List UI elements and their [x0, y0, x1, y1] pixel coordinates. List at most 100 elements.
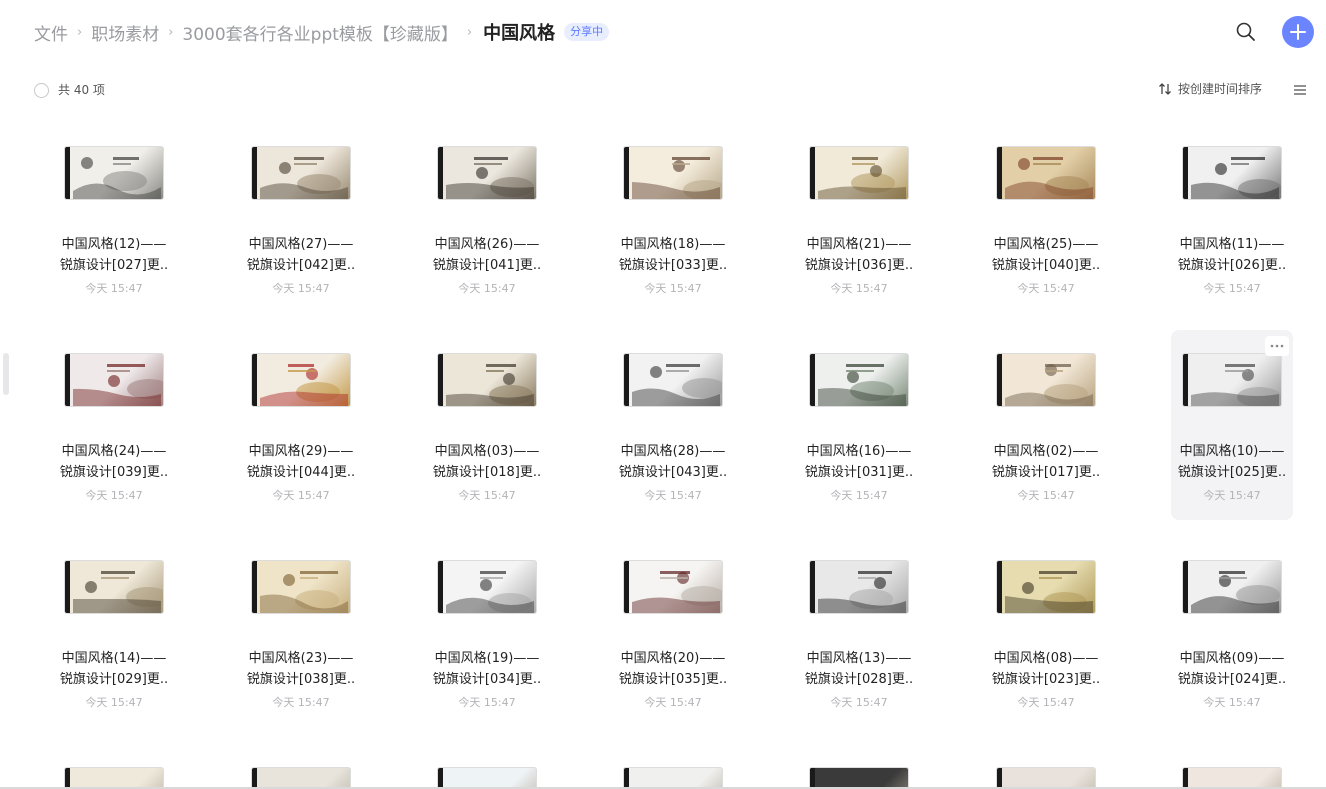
file-card[interactable]: [985, 744, 1107, 787]
file-card[interactable]: 中国风格(27)—— 锐旗设计[042]更.. 今天 15:47: [240, 123, 362, 313]
file-name-cont: 锐旗设计[036]更..: [804, 258, 914, 273]
file-name: 中国风格(19)——: [434, 651, 540, 666]
file-name: 中国风格(25)——: [993, 237, 1099, 252]
file-modified-time: 今天 15:47: [1017, 282, 1075, 295]
file-modified-time: 今天 15:47: [1203, 489, 1261, 502]
file-card[interactable]: 中国风格(23)—— 锐旗设计[038]更.. 今天 15:47: [240, 537, 362, 727]
file-name: 中国风格(29)——: [248, 444, 354, 459]
file-card[interactable]: 中国风格(21)—— 锐旗设计[036]更.. 今天 15:47: [798, 123, 920, 313]
file-browser: 文件 › 职场素材 › 3000套各行各业ppt模板【珍藏版】 › 中国风格 分…: [0, 0, 1326, 789]
file-modified-time: 今天 15:47: [830, 489, 888, 502]
file-modified-time: 今天 15:47: [458, 489, 516, 502]
file-name-cont: 锐旗设计[017]更..: [991, 465, 1101, 480]
file-name: 中国风格(09)——: [1179, 651, 1285, 666]
file-card[interactable]: 中国风格(26)—— 锐旗设计[041]更.. 今天 15:47: [426, 123, 548, 313]
file-thumbnail: [251, 353, 351, 407]
file-name-cont: 锐旗设计[024]更..: [1177, 672, 1287, 687]
file-thumbnail: [437, 353, 537, 407]
file-thumbnail: [623, 560, 723, 614]
file-modified-time: 今天 15:47: [85, 489, 143, 502]
file-card[interactable]: 中国风格(19)—— 锐旗设计[034]更.. 今天 15:47: [426, 537, 548, 727]
more-options-button[interactable]: [1265, 336, 1289, 356]
file-name: 中国风格(14)——: [61, 651, 167, 666]
file-thumbnail: [623, 353, 723, 407]
file-thumbnail: [996, 146, 1096, 200]
file-modified-time: 今天 15:47: [458, 282, 516, 295]
file-card[interactable]: 中国风格(25)—— 锐旗设计[040]更.. 今天 15:47: [985, 123, 1107, 313]
file-modified-time: 今天 15:47: [1017, 489, 1075, 502]
file-thumbnail: [437, 560, 537, 614]
file-card[interactable]: 中国风格(03)—— 锐旗设计[018]更.. 今天 15:47: [426, 330, 548, 520]
file-name-cont: 锐旗设计[039]更..: [59, 465, 169, 480]
file-thumbnail: [64, 146, 164, 200]
file-card[interactable]: 中国风格(11)—— 锐旗设计[026]更.. 今天 15:47: [1171, 123, 1293, 313]
file-thumbnail: [251, 767, 351, 787]
file-thumbnail: [251, 560, 351, 614]
file-card[interactable]: [798, 744, 920, 787]
file-thumbnail: [623, 767, 723, 787]
file-thumbnail: [64, 560, 164, 614]
file-name: 中国风格(28)——: [620, 444, 726, 459]
file-card[interactable]: 中国风格(24)—— 锐旗设计[039]更.. 今天 15:47: [53, 330, 175, 520]
file-card[interactable]: 中国风格(14)—— 锐旗设计[029]更.. 今天 15:47: [53, 537, 175, 727]
file-name: 中国风格(08)——: [993, 651, 1099, 666]
file-card[interactable]: [240, 744, 362, 787]
file-name-cont: 锐旗设计[026]更..: [1177, 258, 1287, 273]
file-name-cont: 锐旗设计[025]更..: [1177, 465, 1287, 480]
file-card[interactable]: 中国风格(12)—— 锐旗设计[027]更.. 今天 15:47: [53, 123, 175, 313]
file-thumbnail: [1182, 146, 1282, 200]
file-card[interactable]: [1171, 744, 1293, 787]
file-card[interactable]: 中国风格(02)—— 锐旗设计[017]更.. 今天 15:47: [985, 330, 1107, 520]
file-name-cont: 锐旗设计[035]更..: [618, 672, 728, 687]
file-name-cont: 锐旗设计[043]更..: [618, 465, 728, 480]
file-card[interactable]: 中国风格(16)—— 锐旗设计[031]更.. 今天 15:47: [798, 330, 920, 520]
file-thumbnail: [996, 353, 1096, 407]
file-card[interactable]: 中国风格(10)—— 锐旗设计[025]更.. 今天 15:47: [1171, 330, 1293, 520]
file-card[interactable]: 中国风格(29)—— 锐旗设计[044]更.. 今天 15:47: [240, 330, 362, 520]
file-name: 中国风格(24)——: [61, 444, 167, 459]
file-name-cont: 锐旗设计[028]更..: [804, 672, 914, 687]
file-modified-time: 今天 15:47: [85, 282, 143, 295]
file-name: 中国风格(02)——: [993, 444, 1099, 459]
file-card[interactable]: 中国风格(09)—— 锐旗设计[024]更.. 今天 15:47: [1171, 537, 1293, 727]
file-modified-time: 今天 15:47: [85, 696, 143, 709]
file-name-cont: 锐旗设计[029]更..: [59, 672, 169, 687]
file-thumbnail: [437, 767, 537, 787]
file-thumbnail: [809, 353, 909, 407]
file-card[interactable]: 中国风格(20)—— 锐旗设计[035]更.. 今天 15:47: [612, 537, 734, 727]
more-dots-icon: [1270, 344, 1284, 348]
file-thumbnail: [996, 767, 1096, 787]
file-name-cont: 锐旗设计[027]更..: [59, 258, 169, 273]
file-thumbnail: [64, 353, 164, 407]
file-modified-time: 今天 15:47: [272, 489, 330, 502]
file-card[interactable]: 中国风格(18)—— 锐旗设计[033]更.. 今天 15:47: [612, 123, 734, 313]
file-card[interactable]: 中国风格(08)—— 锐旗设计[023]更.. 今天 15:47: [985, 537, 1107, 727]
file-card[interactable]: [612, 744, 734, 787]
file-modified-time: 今天 15:47: [1017, 696, 1075, 709]
file-thumbnail: [1182, 353, 1282, 407]
file-name-cont: 锐旗设计[044]更..: [246, 465, 356, 480]
file-thumbnail: [809, 146, 909, 200]
file-name-cont: 锐旗设计[031]更..: [804, 465, 914, 480]
file-name: 中国风格(10)——: [1179, 444, 1285, 459]
file-name: 中国风格(27)——: [248, 237, 354, 252]
file-card[interactable]: 中国风格(13)—— 锐旗设计[028]更.. 今天 15:47: [798, 537, 920, 727]
file-modified-time: 今天 15:47: [644, 696, 702, 709]
file-card[interactable]: [426, 744, 548, 787]
file-card[interactable]: 中国风格(28)—— 锐旗设计[043]更.. 今天 15:47: [612, 330, 734, 520]
file-name: 中国风格(23)——: [248, 651, 354, 666]
file-thumbnail: [809, 560, 909, 614]
file-thumbnail: [809, 767, 909, 787]
file-modified-time: 今天 15:47: [272, 282, 330, 295]
file-thumbnail: [251, 146, 351, 200]
file-name: 中国风格(21)——: [806, 237, 912, 252]
file-name-cont: 锐旗设计[033]更..: [618, 258, 728, 273]
file-modified-time: 今天 15:47: [458, 696, 516, 709]
file-name: 中国风格(20)——: [620, 651, 726, 666]
file-thumbnail: [437, 146, 537, 200]
file-card[interactable]: [53, 744, 175, 787]
file-name: 中国风格(13)——: [806, 651, 912, 666]
file-modified-time: 今天 15:47: [830, 282, 888, 295]
file-thumbnail: [623, 146, 723, 200]
file-thumbnail: [1182, 560, 1282, 614]
